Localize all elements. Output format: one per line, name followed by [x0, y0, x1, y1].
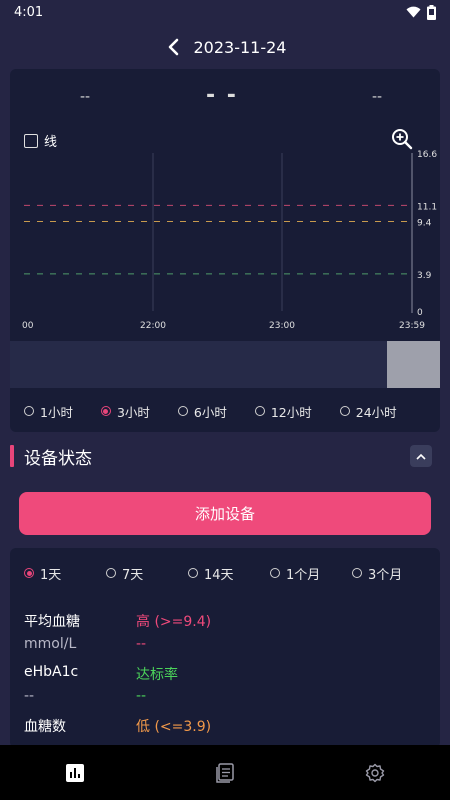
time-range-radio[interactable]: [339, 406, 350, 416]
period-label: 3个月: [368, 567, 403, 583]
time-range-label: 1小时: [40, 404, 73, 420]
target-rate-value: --: [136, 688, 147, 704]
bar-chart-icon: [66, 763, 84, 782]
time-range-radio[interactable]: [100, 406, 111, 416]
chart-x-tick-label: 00: [22, 321, 34, 331]
time-range-option[interactable]: 1小时: [24, 402, 73, 421]
device-status-title: 设备状态: [24, 448, 92, 469]
chart-y-tick-label: 3.9: [417, 271, 432, 281]
status-bar: 4:01: [0, 0, 450, 24]
nav-chart[interactable]: [55, 753, 95, 793]
section-accent-bar: [10, 445, 14, 467]
time-range-option[interactable]: 6小时: [177, 402, 227, 421]
back-button[interactable]: [164, 36, 182, 58]
glucose-chart-card: -- - - -- 线 0 3.9 9.4 11.1 16.6 00 22:00 23:00 2…: [10, 69, 440, 432]
bottom-nav: [0, 745, 450, 800]
nav-records[interactable]: [205, 753, 245, 793]
readout-right: --: [372, 89, 383, 105]
period-selector: 1天 7天 14天 1个月 3个月: [24, 564, 434, 583]
time-range-option[interactable]: 12小时: [254, 402, 312, 421]
chart-minimap[interactable]: [10, 341, 440, 388]
gear-icon: [365, 763, 385, 782]
period-radio[interactable]: [188, 568, 198, 578]
avg-glucose-unit: mmol/L: [24, 636, 77, 652]
ehba1c-value: --: [24, 688, 35, 704]
period-radio[interactable]: [352, 568, 362, 578]
time-range-radio[interactable]: [177, 406, 188, 416]
chart-y-tick-label: 0: [417, 308, 423, 318]
time-range-radio[interactable]: [24, 406, 34, 416]
period-option[interactable]: 1个月: [270, 564, 352, 583]
low-threshold-label: 低 (<=3.9): [136, 719, 212, 735]
glucose-chart: 0 3.9 9.4 11.1 16.6 00 22:00 23:00 23:59: [22, 150, 437, 331]
list-icon: [216, 762, 234, 783]
device-status-header: 设备状态: [10, 444, 440, 469]
period-label: 1天: [40, 567, 62, 583]
chart-x-tick-label: 23:00: [269, 321, 295, 331]
nav-settings[interactable]: [355, 753, 395, 793]
readouts: -- - - --: [10, 83, 440, 115]
period-label: 14天: [204, 567, 234, 583]
readout-current: - -: [206, 83, 238, 108]
period-radio[interactable]: [24, 568, 34, 578]
stats-card: 1天 7天 14天 1个月 3个月 平均血糖 高 (>=9.4) mmol/L -- e…: [10, 548, 440, 748]
time-range-selector: 1小时 3小时 6小时 12小时 24小时: [10, 397, 440, 425]
chart-x-tick-label: 23:59: [399, 321, 425, 331]
period-option[interactable]: 1天: [24, 564, 106, 583]
chart-y-tick-label: 9.4: [417, 219, 432, 229]
chart-x-tick-label: 22:00: [140, 321, 166, 331]
battery-icon: [427, 4, 436, 20]
header: 2023-11-24: [0, 30, 450, 64]
period-option[interactable]: 3个月: [352, 564, 434, 583]
readout-left: --: [80, 89, 91, 105]
status-time: 4:01: [14, 4, 44, 20]
add-device-button[interactable]: 添加设备: [19, 492, 431, 535]
high-value: --: [136, 636, 147, 652]
period-label: 7天: [122, 567, 144, 583]
page-title-date: 2023-11-24: [193, 37, 287, 57]
time-range-label: 24小时: [355, 404, 397, 420]
avg-glucose-label: 平均血糖: [24, 614, 80, 630]
period-radio[interactable]: [270, 568, 280, 578]
chevron-left-icon: [168, 38, 178, 56]
time-range-label: 3小时: [116, 404, 150, 420]
period-radio[interactable]: [106, 568, 116, 578]
chart-y-tick-label: 11.1: [417, 202, 437, 212]
period-label: 1个月: [286, 567, 321, 583]
collapse-button[interactable]: [410, 445, 432, 467]
period-option[interactable]: 14天: [188, 564, 270, 583]
chart-y-tick-label: 16.6: [417, 150, 437, 160]
time-range-label: 12小时: [270, 404, 312, 420]
target-rate-label: 达标率: [136, 667, 178, 683]
high-threshold-label: 高 (>=9.4): [136, 614, 212, 630]
ehba1c-label: eHbA1c: [24, 664, 79, 680]
glucose-count-label: 血糖数: [24, 719, 66, 735]
chevron-up-icon: [416, 453, 426, 460]
minimap-handle[interactable]: [387, 341, 440, 388]
time-range-option[interactable]: 24小时: [339, 402, 397, 421]
time-range-radio[interactable]: [254, 406, 265, 416]
time-range-label: 6小时: [193, 404, 227, 420]
period-option[interactable]: 7天: [106, 564, 188, 583]
wifi-icon: [406, 6, 421, 18]
time-range-option[interactable]: 3小时: [100, 402, 150, 421]
